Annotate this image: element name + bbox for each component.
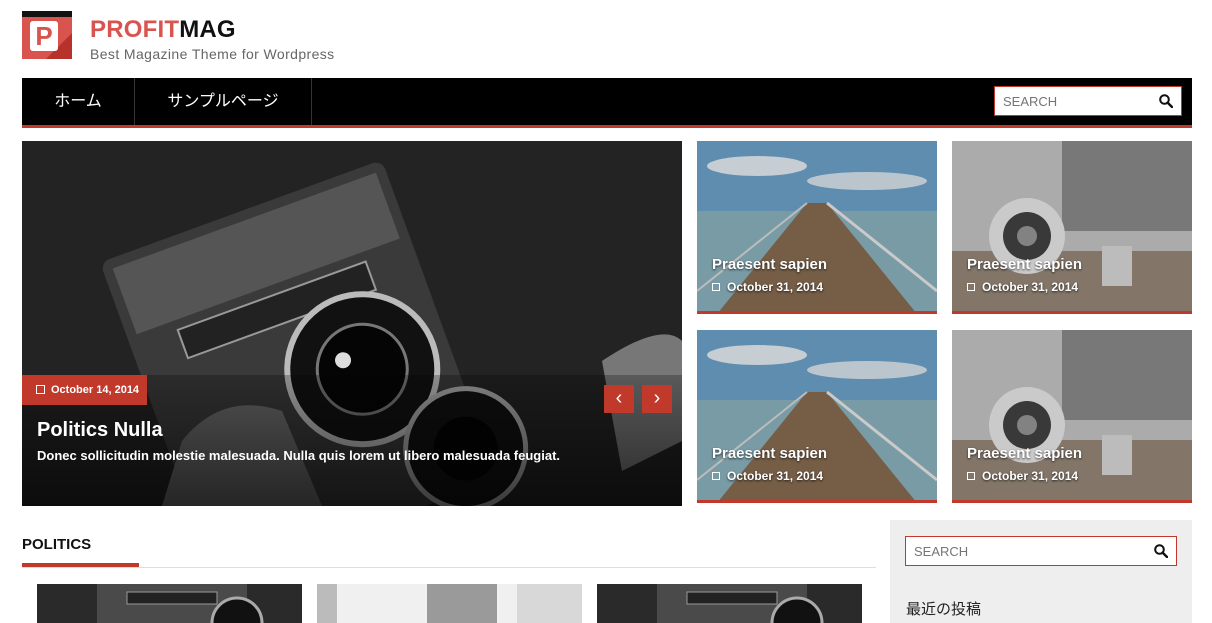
slider-next-button[interactable]: › (642, 385, 672, 413)
sidebar-search-box (905, 536, 1177, 566)
calendar-icon (712, 472, 720, 480)
sidebar-search-input[interactable] (906, 537, 1056, 565)
search-icon[interactable] (1159, 94, 1173, 108)
thumbnail-image-camera (37, 584, 302, 623)
card-date: October 31, 2014 (712, 280, 823, 294)
site-title-part2[interactable]: MAG (179, 16, 236, 43)
post-thumbnail[interactable] (317, 584, 582, 623)
card-title[interactable]: Praesent sapien (967, 256, 1082, 273)
recent-posts-heading: 最近の投稿 (906, 600, 982, 618)
slider-prev-button[interactable]: ‹ (604, 385, 634, 413)
section-divider (22, 567, 876, 568)
sidebar: 最近の投稿 (890, 520, 1192, 623)
post-thumbnail[interactable] (597, 584, 862, 623)
card-date-text: October 31, 2014 (727, 469, 824, 483)
thumbnail-image-camera (597, 584, 862, 623)
featured-card[interactable]: Praesent sapien October 31, 2014 (952, 141, 1192, 314)
slider-title[interactable]: Politics Nulla (37, 419, 163, 442)
slider-date: October 14, 2014 (51, 384, 140, 396)
logo-strip (22, 11, 72, 17)
slider-date-badge: October 14, 2014 (22, 375, 147, 405)
chevron-left-icon: ‹ (615, 387, 623, 409)
calendar-icon (967, 283, 975, 291)
search-icon[interactable] (1154, 544, 1168, 558)
card-date-text: October 31, 2014 (982, 280, 1079, 294)
chevron-right-icon: › (653, 387, 661, 409)
featured-card[interactable]: Praesent sapien October 31, 2014 (952, 330, 1192, 503)
site-title-part1[interactable]: PROFIT (90, 16, 179, 43)
nav-search-input[interactable] (995, 87, 1145, 115)
card-title[interactable]: Praesent sapien (967, 445, 1082, 462)
slider-excerpt: Donec sollicitudin molestie malesuada. N… (37, 448, 561, 463)
featured-card[interactable]: Praesent sapien October 31, 2014 (697, 330, 937, 503)
nav-item-home[interactable]: ホーム (22, 78, 135, 126)
thumbnail-image-desk (317, 584, 582, 623)
card-date: October 31, 2014 (712, 469, 823, 483)
card-date-text: October 31, 2014 (727, 280, 824, 294)
main-navigation: ホーム サンプルページ (22, 78, 1192, 128)
calendar-icon (967, 472, 975, 480)
nav-search-box (994, 86, 1182, 116)
section-title-politics[interactable]: POLITICS (22, 536, 91, 553)
calendar-icon (712, 283, 720, 291)
site-title[interactable]: PROFITMAG (90, 16, 236, 44)
logo-letter: P (30, 21, 58, 51)
card-title[interactable]: Praesent sapien (712, 445, 827, 462)
section-accent-bar (22, 563, 139, 567)
calendar-icon (36, 385, 45, 394)
site-tagline: Best Magazine Theme for Wordpress (90, 46, 335, 62)
nav-item-sample-page[interactable]: サンプルページ (135, 78, 312, 126)
card-date: October 31, 2014 (967, 469, 1078, 483)
card-date-text: October 31, 2014 (982, 469, 1079, 483)
featured-card[interactable]: Praesent sapien October 31, 2014 (697, 141, 937, 314)
card-date: October 31, 2014 (967, 280, 1078, 294)
post-thumbnail[interactable] (37, 584, 302, 623)
featured-slider[interactable]: October 14, 2014 Politics Nulla Donec so… (22, 141, 682, 506)
card-title[interactable]: Praesent sapien (712, 256, 827, 273)
site-logo[interactable]: P (22, 11, 72, 59)
nav-accent-line (22, 125, 1192, 128)
